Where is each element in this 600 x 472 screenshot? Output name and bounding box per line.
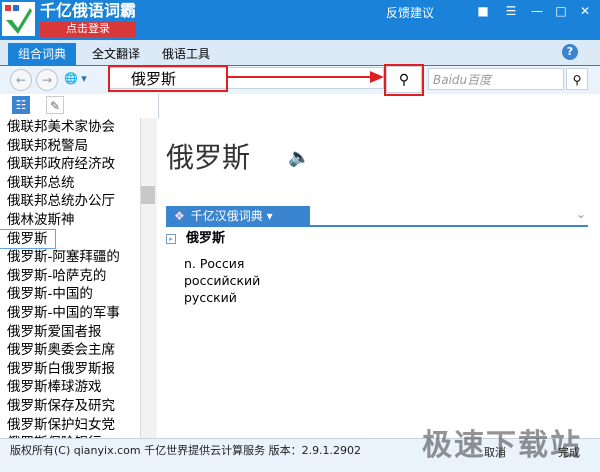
word-list-item[interactable]: 俄罗斯-阿塞拜疆的 — [0, 248, 140, 267]
speaker-icon[interactable]: 🔈 — [288, 147, 310, 168]
book-icon: ☷ — [15, 98, 27, 112]
login-button[interactable]: 点击登录 — [40, 22, 136, 37]
watermark: 极速下载站 — [422, 428, 582, 463]
word-list-scrollbar[interactable] — [140, 118, 157, 438]
sidebar-tab-notes[interactable]: ✎ — [46, 96, 64, 114]
word-list-item[interactable]: 俄罗斯白俄罗斯报 — [0, 360, 140, 379]
entry-word: 俄罗斯 — [186, 231, 226, 246]
highlight-box-search — [384, 64, 424, 96]
word-list-item[interactable]: 俄罗斯-哈萨克的 — [0, 267, 140, 286]
definition-item: русский — [184, 290, 237, 305]
collapse-icon[interactable]: ⌄ — [576, 207, 586, 221]
chevron-down-icon: ▾ — [266, 209, 273, 223]
minimize-button[interactable]: — — [524, 2, 550, 20]
dictionary-name: 千亿汉俄词典 — [190, 209, 263, 223]
word-list-item[interactable]: 俄罗斯 — [0, 228, 56, 250]
help-button[interactable]: ? — [562, 44, 578, 60]
word-list-item[interactable]: 俄林波斯神 — [0, 211, 140, 230]
menu-icon: ☰ — [505, 4, 517, 18]
tab-combined-dictionary[interactable]: 组合词典 — [8, 43, 76, 65]
word-list-item[interactable]: 俄联邦美术家协会 — [0, 118, 140, 137]
chevron-down-icon: ▾ — [81, 72, 87, 85]
word-list-item[interactable]: 俄联邦总统 — [0, 174, 140, 193]
baidu-search-button[interactable]: ⚲ — [566, 68, 588, 90]
word-list-item[interactable]: 俄罗斯奥委会主席 — [0, 341, 140, 360]
copyright-text: 版权所有(C) qianyix.com 千亿世界提供云计算服务 版本：2.9.1… — [10, 444, 362, 457]
forward-button[interactable]: → — [36, 69, 58, 91]
word-list: 俄联邦美术家协会 俄联邦税警局 俄联邦政府经济改 俄联邦总统 俄联邦总统办公厅 俄林波斯神… — [0, 118, 140, 438]
back-button[interactable]: ← — [10, 69, 32, 91]
help-icon: ? — [566, 45, 574, 58]
scrollbar-thumb[interactable] — [141, 186, 155, 204]
arrow-left-icon: ← — [15, 73, 27, 87]
close-button[interactable]: ✕ — [572, 2, 598, 20]
entry-expand-icon[interactable]: ▸ — [166, 234, 176, 244]
dictionary-tab[interactable]: ❖ 千亿汉俄词典 ▾ — [166, 206, 310, 226]
shirt-icon: ■ — [477, 4, 489, 18]
search-icon: ⚲ — [572, 73, 582, 87]
definition-item: n. Россия — [184, 256, 245, 271]
skin-button[interactable]: ■ — [470, 2, 496, 20]
restore-icon: □ — [555, 4, 567, 18]
restore-button[interactable]: □ — [548, 2, 574, 20]
menu-button[interactable]: ☰ — [498, 2, 524, 20]
word-list-item[interactable]: 俄罗斯-中国的 — [0, 285, 140, 304]
arrow-right-icon: → — [41, 73, 53, 87]
word-list-item[interactable]: 俄联邦税警局 — [0, 137, 140, 156]
baidu-search-input[interactable]: Baidu百度 — [428, 68, 564, 90]
word-list-item[interactable]: 俄罗斯-中国的军事 — [0, 304, 140, 323]
headword: 俄罗斯 — [166, 141, 251, 174]
app-title: 千亿俄语词霸 — [40, 1, 137, 20]
feedback-link[interactable]: 反馈建议 — [386, 6, 434, 20]
word-list-item[interactable]: 俄罗斯棒球游戏 — [0, 378, 140, 397]
tab-full-translation[interactable]: 全文翻译 — [84, 43, 148, 65]
word-list-item[interactable]: 俄罗斯保护妇女党 — [0, 416, 140, 435]
dictionary-divider — [166, 225, 588, 227]
word-list-item[interactable]: 俄罗斯保存及研究 — [0, 397, 140, 416]
word-list-item[interactable]: 俄联邦政府经济改 — [0, 155, 140, 174]
tab-russian-tools[interactable]: 俄语工具 — [156, 43, 216, 65]
definition-item: российский — [184, 273, 261, 288]
close-icon: ✕ — [579, 4, 591, 18]
word-list-item[interactable]: 俄联邦总统办公厅 — [0, 192, 140, 211]
minimize-icon: — — [531, 4, 543, 18]
word-list-item[interactable]: 俄罗斯爱国者报 — [0, 323, 140, 342]
highlight-box-input — [108, 65, 228, 92]
globe-icon: 🌐 — [64, 72, 78, 85]
dictionary-logo-icon: ❖ — [174, 209, 185, 223]
annotation-arrow-icon — [228, 71, 384, 83]
app-logo-icon — [2, 2, 35, 36]
note-icon: ✎ — [49, 99, 61, 113]
sidebar-tab-wordlist[interactable]: ☷ — [12, 96, 30, 114]
language-select[interactable]: 🌐 ▾ — [64, 70, 104, 88]
